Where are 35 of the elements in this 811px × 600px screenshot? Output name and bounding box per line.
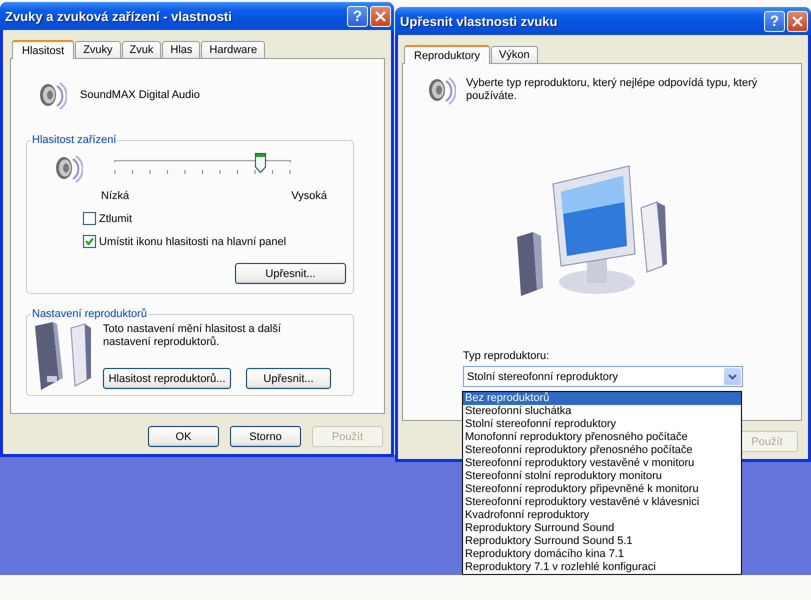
speaker-description: Toto nastavení mění hlasitost a další nastavení reproduktorů. <box>103 323 282 349</box>
tab[interactable]: Hardware <box>201 41 266 58</box>
window-title: Zvuky a zvuková zařízení - vlastnosti <box>5 8 233 24</box>
close-icon <box>792 16 803 26</box>
speaker-button[interactable]: Upřesnit... <box>246 368 331 389</box>
tab[interactable]: Výkon <box>491 46 538 63</box>
dialog-button[interactable]: Storno <box>230 426 301 447</box>
speaker-type-dropdown[interactable]: Stolní stereofonní reproduktory <box>463 366 743 387</box>
low-label: Nízká <box>101 190 130 202</box>
tab[interactable]: Hlas <box>162 41 200 58</box>
tab[interactable]: Zvuk <box>122 41 162 58</box>
checkbox-label: Ztlumit <box>99 212 132 224</box>
dialog-button[interactable]: OK <box>148 426 219 447</box>
tab[interactable]: Zvuky <box>75 41 121 58</box>
instruction-text: Vyberte typ reproduktoru, který nejlépe odpovídá typu, který používáte. <box>466 76 758 103</box>
help-button[interactable]: ? <box>347 6 368 26</box>
tab[interactable]: Reproduktory <box>404 45 490 64</box>
window-title: Upřesnit vlastnosti zvuku <box>400 14 558 28</box>
advanced-button[interactable]: Upřesnit... <box>235 263 346 284</box>
device-name: SoundMAX Digital Audio <box>80 89 200 101</box>
slider-thumb[interactable] <box>255 153 266 173</box>
close-icon <box>375 10 386 22</box>
tab[interactable]: Hlasitost <box>12 40 74 59</box>
field-label: Typ reproduktoru: <box>463 350 550 362</box>
group-title: Nastavení reproduktorů <box>31 308 148 320</box>
close-button[interactable] <box>370 6 391 26</box>
dropdown-option[interactable]: Bez reproduktorů <box>463 392 741 405</box>
checkbox[interactable] <box>83 212 96 225</box>
group-title: Hlasitost zařízení <box>31 134 118 146</box>
help-button[interactable]: ? <box>764 10 785 32</box>
checkbox-label: Umístit ikonu hlasitosti na hlavní panel <box>99 236 286 248</box>
close-button[interactable] <box>787 10 808 32</box>
speaker-button[interactable]: Hlasitost reproduktorů... <box>103 368 231 389</box>
high-label: Vysoká <box>291 190 327 202</box>
checkbox[interactable] <box>83 235 96 248</box>
